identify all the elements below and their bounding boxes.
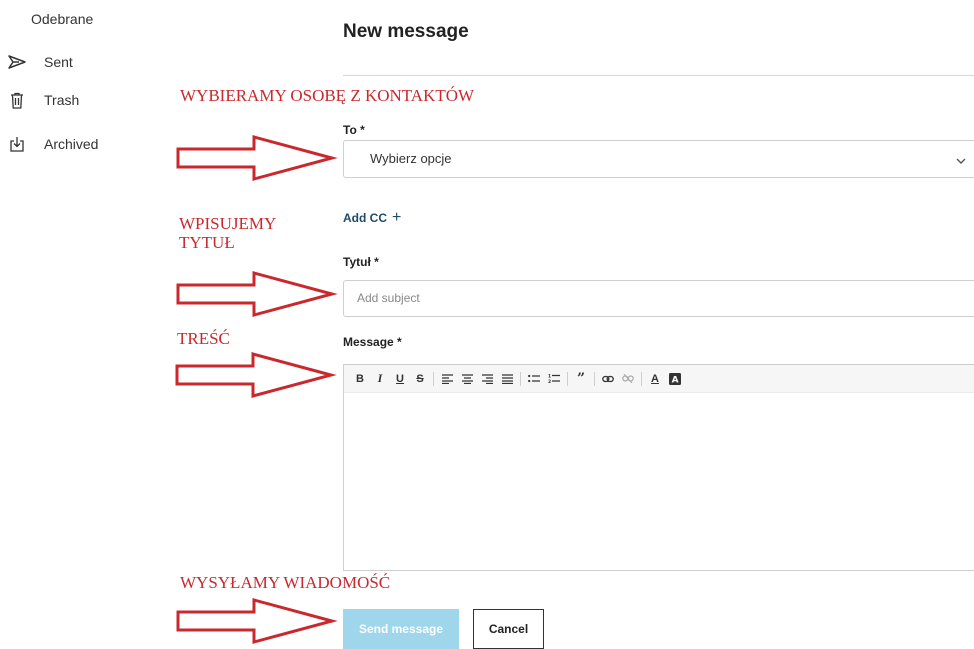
annotation-title-line1: WPISUJEMY	[179, 214, 277, 233]
sidebar-item-odebrane[interactable]: Odebrane	[31, 11, 93, 27]
divider	[343, 75, 974, 76]
arrow-right-icon	[175, 352, 337, 398]
align-center-icon[interactable]	[459, 370, 475, 388]
sidebar-item-trash[interactable]: Trash	[0, 88, 150, 112]
italic-icon[interactable]: I	[372, 370, 388, 388]
annotation-send: WYSYŁAMY WIADOMOŚĆ	[180, 573, 391, 592]
arrow-right-icon	[176, 135, 338, 181]
cancel-button[interactable]: Cancel	[473, 609, 544, 649]
message-label: Message *	[343, 335, 402, 349]
quote-icon[interactable]: ”	[573, 370, 589, 388]
svg-text:A: A	[672, 375, 679, 384]
bullet-list-icon[interactable]	[526, 370, 542, 388]
svg-text:1: 1	[548, 374, 551, 380]
send-icon	[8, 53, 26, 71]
subject-label: Tytuł *	[343, 255, 379, 269]
arrow-right-icon	[176, 271, 338, 317]
to-label: To *	[343, 123, 365, 137]
archive-icon	[8, 135, 26, 153]
underline-icon[interactable]: U	[392, 370, 408, 388]
sidebar-item-label: Trash	[44, 92, 80, 108]
annotation-content: TREŚĆ	[177, 329, 230, 348]
add-cc-label: Add CC	[343, 211, 387, 225]
send-message-button[interactable]: Send message	[343, 609, 459, 649]
to-select-value: Wybierz opcje	[370, 151, 452, 166]
trash-icon	[8, 91, 26, 109]
to-select[interactable]: Wybierz opcje	[343, 140, 974, 178]
toolbar-separator	[641, 371, 642, 386]
chevron-down-icon	[956, 152, 966, 170]
sidebar-item-label: Sent	[44, 54, 73, 70]
add-cc-button[interactable]: Add CC +	[343, 209, 401, 227]
toolbar-separator	[520, 371, 521, 386]
background-color-icon[interactable]: A	[667, 370, 683, 388]
align-justify-icon[interactable]	[499, 370, 515, 388]
toolbar-separator	[594, 371, 595, 386]
unlink-icon[interactable]	[620, 370, 636, 388]
link-icon[interactable]	[600, 370, 616, 388]
message-editor[interactable]: B I U S 12 ” A A	[343, 364, 974, 571]
align-right-icon[interactable]	[479, 370, 495, 388]
arrow-right-icon	[176, 598, 338, 644]
toolbar-separator	[567, 371, 568, 386]
sidebar-item-archived[interactable]: Archived	[0, 132, 150, 156]
sidebar-item-label: Archived	[44, 136, 99, 152]
text-color-icon[interactable]: A	[647, 370, 663, 388]
bold-icon[interactable]: B	[352, 370, 368, 388]
subject-placeholder: Add subject	[357, 291, 420, 305]
sidebar-item-sent[interactable]: Sent	[0, 50, 150, 74]
editor-toolbar: B I U S 12 ” A A	[344, 365, 974, 393]
strikethrough-icon[interactable]: S	[412, 370, 428, 388]
subject-input[interactable]: Add subject	[343, 280, 974, 317]
annotation-contacts: WYBIERAMY OSOBĘ Z KONTAKTÓW	[180, 86, 475, 105]
align-left-icon[interactable]	[439, 370, 455, 388]
svg-text:2: 2	[548, 379, 551, 384]
toolbar-separator	[433, 371, 434, 386]
plus-icon: +	[392, 209, 402, 226]
page-title: New message	[343, 21, 469, 42]
numbered-list-icon[interactable]: 12	[546, 370, 562, 388]
annotation-title-line2: TYTUŁ	[179, 233, 235, 252]
